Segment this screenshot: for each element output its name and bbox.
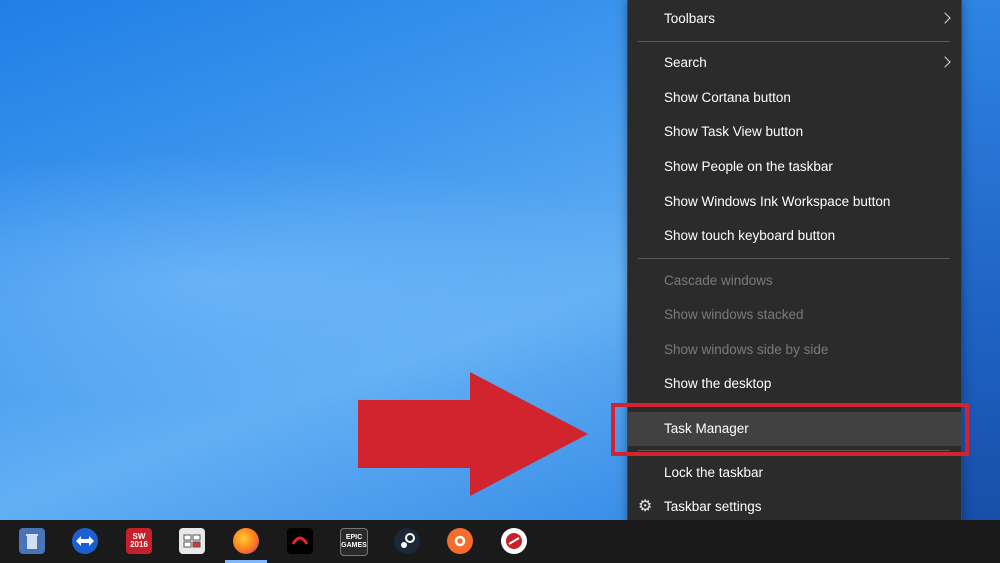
firefox-icon[interactable] [233,528,259,554]
menu-separator [638,41,950,42]
taskbar: SW 2016 EPIC GAMES [0,520,1000,563]
menu-item-label: Taskbar settings [664,499,762,514]
menu-item-label: Search [664,55,707,70]
menu-item-lock-taskbar[interactable]: Lock the taskbar [628,456,961,490]
keyboard-app-icon[interactable] [179,528,205,554]
world-of-tanks-icon[interactable] [501,528,527,554]
menu-separator [638,258,950,259]
garena-icon[interactable] [287,528,313,554]
desktop-background [0,150,700,410]
menu-item-show-people[interactable]: Show People on the taskbar [628,150,961,184]
menu-item-show-cortana[interactable]: Show Cortana button [628,81,961,115]
menu-item-label: Show the desktop [664,376,772,391]
solidworks-icon[interactable]: SW 2016 [126,528,152,554]
menu-item-show-ink-workspace[interactable]: Show Windows Ink Workspace button [628,185,961,219]
menu-item-label: Show windows side by side [664,342,829,357]
menu-item-label: Show People on the taskbar [664,159,833,174]
chevron-right-icon [939,12,951,24]
menu-item-label: Cascade windows [664,273,773,288]
menu-item-show-desktop[interactable]: Show the desktop [628,367,961,401]
chevron-right-icon [939,56,951,68]
menu-item-show-task-view[interactable]: Show Task View button [628,115,961,149]
red-arrow-icon [358,372,588,496]
menu-item-label: Show Cortana button [664,90,791,105]
menu-item-label: Show Task View button [664,124,804,139]
menu-item-taskbar-settings[interactable]: ⚙ Taskbar settings [628,490,961,524]
origin-icon[interactable] [447,528,473,554]
menu-item-stacked-windows: Show windows stacked [628,298,961,332]
recycle-bin-icon[interactable] [19,528,45,554]
menu-item-cascade-windows: Cascade windows [628,264,961,298]
teamviewer-icon[interactable] [72,528,98,554]
menu-item-search[interactable]: Search [628,46,961,80]
menu-item-toolbars[interactable]: Toolbars [628,2,961,36]
steam-icon[interactable] [394,528,420,554]
menu-item-label: Toolbars [664,11,716,26]
menu-item-label: Show windows stacked [664,307,804,322]
menu-item-label: Lock the taskbar [664,465,764,480]
menu-item-show-touch-keyboard[interactable]: Show touch keyboard button [628,219,961,253]
gear-icon: ⚙ [638,498,653,515]
menu-item-label: Show Windows Ink Workspace button [664,194,891,209]
highlight-box [611,403,969,456]
epic-games-icon[interactable]: EPIC GAMES [340,528,368,556]
menu-item-side-by-side: Show windows side by side [628,333,961,367]
menu-item-label: Show touch keyboard button [664,228,836,243]
